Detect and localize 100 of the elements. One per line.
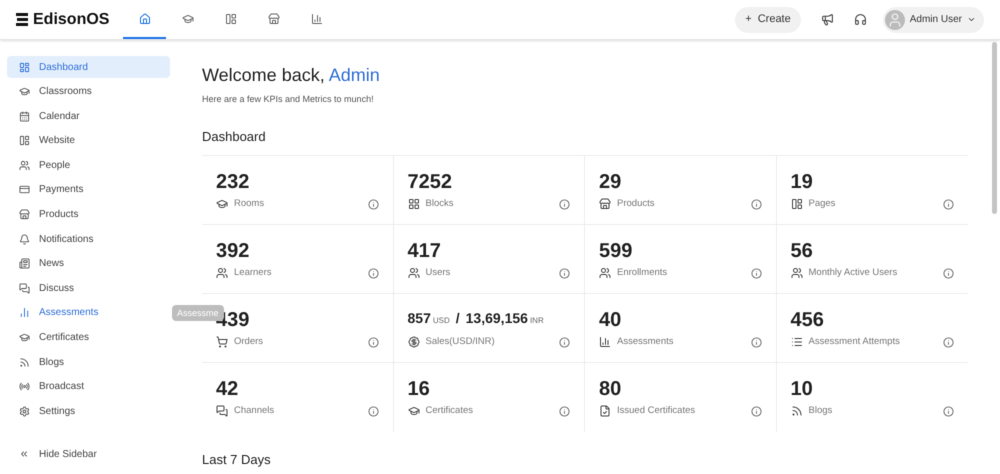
layout-icon — [224, 12, 237, 24]
info-icon[interactable] — [559, 268, 570, 279]
stat-value: 80 — [599, 377, 622, 401]
stat-label: Issued Certificates — [617, 404, 696, 418]
layout-icon — [790, 198, 802, 210]
card-icon — [19, 184, 30, 196]
chat-icon — [216, 405, 228, 418]
currency-unit: USD — [432, 315, 450, 327]
info-icon[interactable] — [943, 336, 954, 348]
stat-value: 16 — [408, 377, 431, 401]
sidebar-item[interactable]: News — [7, 252, 170, 275]
stat-label: Blocks — [426, 197, 454, 211]
info-icon[interactable] — [559, 336, 570, 348]
stat-label: Channels — [234, 404, 274, 418]
info-icon[interactable] — [943, 198, 954, 210]
people-icon — [216, 267, 228, 280]
welcome-subtitle: Here are a few KPIs and Metrics to munch! — [202, 93, 375, 106]
layout-icon — [19, 135, 30, 146]
user-menu[interactable]: Admin User — [882, 6, 984, 32]
calendar-icon — [19, 110, 30, 122]
sidebar-item[interactable]: People — [7, 154, 170, 176]
newspaper-icon — [19, 258, 30, 270]
stat-label: Assessment Attempts — [808, 335, 900, 349]
info-icon[interactable] — [368, 336, 378, 348]
sidebar-item[interactable]: Products — [7, 204, 170, 226]
create-label: Create — [758, 12, 791, 28]
headset-icon[interactable] — [854, 13, 867, 26]
stat-value: 599 — [599, 239, 634, 263]
graduation-cap-icon — [182, 12, 194, 24]
info-icon[interactable] — [559, 406, 570, 417]
sidebar-item[interactable]: Notifications — [7, 228, 170, 250]
stat-value: 29 — [599, 170, 622, 194]
sidebar-item[interactable]: Broadcast — [7, 376, 170, 398]
megaphone-icon[interactable] — [820, 13, 834, 26]
store-icon — [268, 12, 280, 24]
store-icon — [599, 198, 611, 210]
grid-icon — [408, 198, 420, 210]
hide-sidebar-button[interactable]: Hide Sidebar — [7, 444, 185, 464]
feed-icon — [19, 356, 30, 368]
stat-label: Certificates — [426, 404, 474, 418]
info-icon[interactable] — [943, 406, 954, 417]
info-icon[interactable] — [750, 268, 762, 279]
feed-icon — [790, 405, 802, 418]
logo-icon — [16, 13, 28, 26]
cart-icon — [216, 336, 228, 348]
store-icon — [19, 209, 30, 220]
stat-label: Enrollments — [617, 266, 668, 280]
stat-value: 56 — [790, 239, 814, 263]
info-icon[interactable] — [943, 268, 954, 279]
info-icon[interactable] — [750, 406, 762, 417]
chevron-down-icon — [967, 15, 976, 24]
avatar — [884, 10, 905, 30]
sidebar-item[interactable]: Blogs — [7, 351, 170, 374]
stat-value: 456 — [790, 308, 825, 332]
sidebar-item[interactable]: Discuss — [7, 277, 170, 300]
stat-label: Monthly Active Users — [808, 266, 898, 280]
stat-value: 7252 — [408, 170, 453, 194]
broadcast-icon — [19, 381, 30, 392]
stat-value: 40 — [599, 308, 622, 332]
brand-name: EdisonOS — [33, 10, 110, 30]
stat-value: 10 — [790, 377, 814, 401]
chart-icon — [599, 336, 611, 348]
sidebar-item[interactable]: Website — [7, 130, 170, 152]
graduation-cap-icon — [19, 86, 30, 98]
create-button[interactable]: + Create — [735, 6, 801, 32]
sidebar-item[interactable]: Assessments — [7, 302, 170, 324]
sidebar-item[interactable]: Certificates — [7, 326, 170, 349]
people-icon — [790, 267, 802, 280]
info-icon[interactable] — [559, 198, 570, 210]
separator: / — [456, 309, 460, 328]
stat-label: Rooms — [234, 197, 264, 211]
info-icon[interactable] — [368, 198, 378, 210]
info-icon[interactable] — [750, 336, 762, 348]
home-icon — [138, 12, 151, 24]
settings-icon — [19, 406, 30, 417]
sidebar-item[interactable]: Dashboard — [7, 56, 170, 78]
stat-label: Products — [617, 197, 654, 211]
sidebar-item[interactable]: Payments — [7, 178, 170, 201]
sidebar-item[interactable]: Calendar — [7, 105, 170, 128]
currency-unit: INR — [530, 315, 544, 327]
tooltip: Assessme — [172, 304, 224, 321]
info-icon[interactable] — [750, 198, 762, 210]
info-icon[interactable] — [368, 268, 378, 279]
certificate-icon — [599, 405, 611, 418]
sidebar-item[interactable]: Classrooms — [7, 80, 170, 103]
currency-icon — [408, 336, 420, 348]
stat-label: Users — [426, 266, 450, 280]
stat-label: Assessments — [617, 335, 674, 349]
bell-icon — [19, 234, 30, 245]
chat-icon — [19, 282, 30, 294]
stat-value: 857 — [408, 309, 431, 328]
people-icon — [19, 160, 30, 171]
stat-value: 232 — [216, 170, 250, 194]
stat-value: 19 — [790, 170, 814, 194]
info-icon[interactable] — [368, 406, 378, 417]
stat-value: 42 — [216, 377, 240, 401]
double-chevron-icon — [19, 449, 29, 459]
dashboard-icon — [19, 62, 30, 72]
sidebar-item[interactable]: Settings — [7, 400, 170, 422]
stat-value: 13,69,156 — [466, 309, 528, 328]
